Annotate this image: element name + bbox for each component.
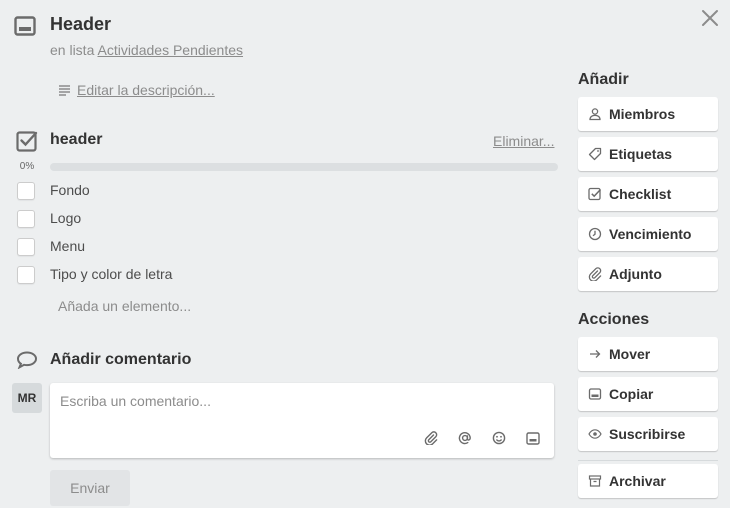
add-section-title: Añadir <box>578 71 629 88</box>
send-comment-button[interactable]: Enviar <box>50 470 130 506</box>
checklist-icon <box>16 130 38 152</box>
checklist-button[interactable]: Checklist <box>578 177 718 211</box>
copy-button[interactable]: Copiar <box>578 377 718 411</box>
checklist-item-checkbox[interactable] <box>17 238 35 256</box>
labels-label: Etiquetas <box>609 146 673 162</box>
move-button[interactable]: Mover <box>578 337 718 371</box>
comment-box <box>50 383 554 458</box>
actions-section-title: Acciones <box>578 311 650 328</box>
sidebar-divider <box>578 460 718 461</box>
attachment-label: Adjunto <box>609 266 662 282</box>
attachment-button[interactable]: Adjunto <box>578 257 718 291</box>
card-icon[interactable] <box>524 429 542 447</box>
comment-icon <box>16 351 38 369</box>
label-icon <box>588 147 602 161</box>
clock-icon <box>588 227 602 241</box>
avatar[interactable]: MR <box>12 383 42 413</box>
due-date-button[interactable]: Vencimiento <box>578 217 718 251</box>
delete-checklist-link[interactable]: Eliminar... <box>493 133 554 149</box>
checklist-icon <box>588 187 602 201</box>
edit-description-link[interactable]: Editar la descripción... <box>58 82 215 98</box>
move-label: Mover <box>609 346 651 362</box>
list-info: en lista Actividades Pendientes <box>50 42 243 58</box>
members-button[interactable]: Miembros <box>578 97 718 131</box>
due-date-label: Vencimiento <box>609 226 692 242</box>
progress-bar <box>50 163 558 171</box>
attachment-icon[interactable] <box>422 429 440 447</box>
subscribe-label: Suscribirse <box>609 426 686 442</box>
archive-button[interactable]: Archivar <box>578 464 718 498</box>
emoji-icon[interactable] <box>490 429 508 447</box>
checklist-item: Fondo <box>17 180 90 202</box>
checklist-item-label[interactable]: Fondo <box>50 182 90 198</box>
members-label: Miembros <box>609 106 676 122</box>
person-icon <box>588 107 602 121</box>
close-icon[interactable] <box>700 8 720 28</box>
checklist-item: Menu <box>17 236 85 258</box>
in-list-prefix: en lista <box>50 42 95 58</box>
card-title[interactable]: Header <box>50 14 111 35</box>
checklist-item-label[interactable]: Logo <box>50 210 81 226</box>
comment-input[interactable] <box>60 393 540 409</box>
edit-description-label: Editar la descripción... <box>77 82 215 98</box>
subscribe-button[interactable]: Suscribirse <box>578 417 718 451</box>
checklist-item-label[interactable]: Menu <box>50 238 85 254</box>
description-icon <box>58 84 71 96</box>
add-comment-title: Añadir comentario <box>50 351 192 368</box>
checklist-item-checkbox[interactable] <box>17 182 35 200</box>
checklist-item: Tipo y color de letra <box>17 264 172 286</box>
mention-icon[interactable] <box>456 429 474 447</box>
checklist-item-label[interactable]: Tipo y color de letra <box>50 266 172 282</box>
card-icon <box>588 387 602 401</box>
labels-button[interactable]: Etiquetas <box>578 137 718 171</box>
checklist-item-checkbox[interactable] <box>17 210 35 228</box>
checklist-item: Logo <box>17 208 81 230</box>
copy-label: Copiar <box>609 386 654 402</box>
add-checklist-item[interactable]: Añada un elemento... <box>58 298 191 314</box>
progress-percent: 0% <box>19 161 35 172</box>
archive-icon <box>588 474 602 488</box>
archive-label: Archivar <box>609 473 666 489</box>
list-link[interactable]: Actividades Pendientes <box>97 42 243 58</box>
checklist-label: Checklist <box>609 186 672 202</box>
eye-icon <box>588 427 602 441</box>
arrow-right-icon <box>588 347 602 361</box>
card-icon <box>14 16 36 36</box>
attachment-icon <box>588 267 602 281</box>
checklist-title[interactable]: header <box>50 131 102 149</box>
checklist-item-checkbox[interactable] <box>17 266 35 284</box>
